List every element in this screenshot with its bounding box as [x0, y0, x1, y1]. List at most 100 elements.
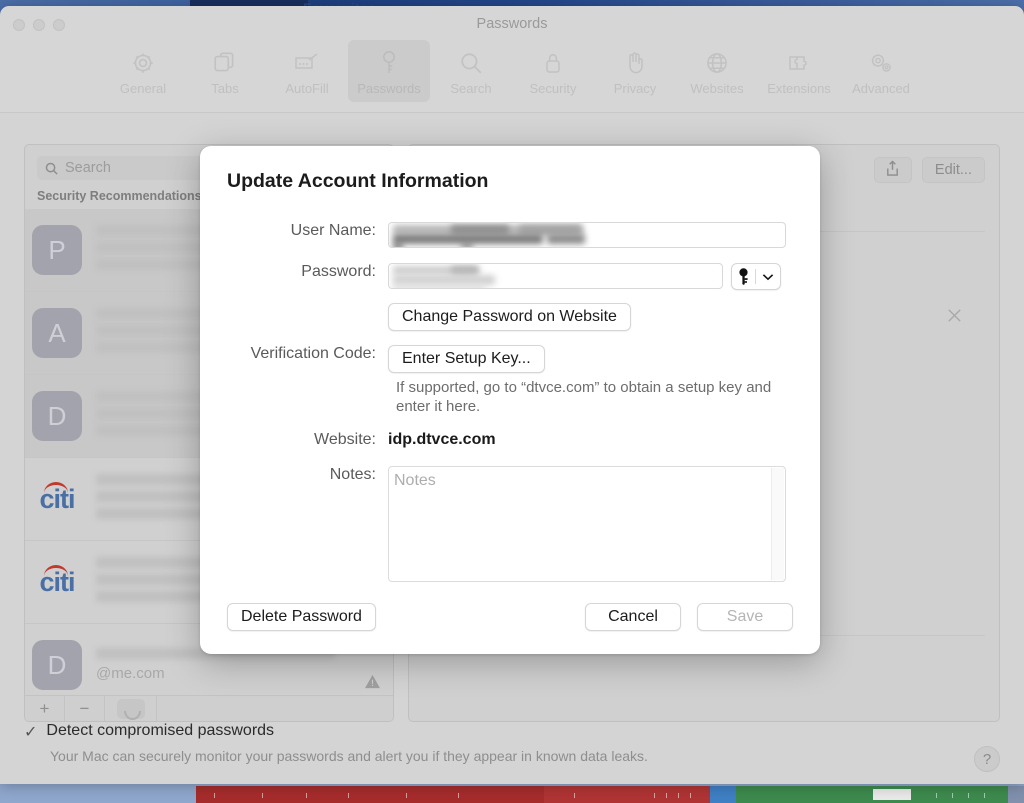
- toolbar-item-passwords[interactable]: Passwords: [348, 40, 430, 102]
- close-icon[interactable]: [946, 307, 963, 330]
- redacted-block: [393, 243, 403, 248]
- toolbar-item-websites[interactable]: Websites: [676, 40, 758, 102]
- dialog-title: Update Account Information: [227, 170, 488, 193]
- save-button: Save: [697, 603, 793, 631]
- avatar: D: [32, 640, 82, 690]
- gear-icon: [130, 46, 156, 80]
- update-account-information-dialog: Update Account Information User Name: Pa…: [200, 146, 820, 654]
- window-title: Passwords: [0, 16, 1024, 32]
- toolbar-item-label: Privacy: [614, 81, 657, 96]
- list-item-subtitle: @me.com: [96, 665, 394, 682]
- share-button[interactable]: [874, 157, 912, 183]
- toolbar-item-label: Search: [450, 81, 491, 96]
- toolbar-item-extensions[interactable]: Extensions: [758, 40, 840, 102]
- redacted-block: [461, 243, 473, 248]
- magnifier-icon: [458, 46, 484, 80]
- toolbar-item-label: General: [120, 81, 166, 96]
- password-row: Password:: [200, 263, 820, 290]
- verification-code-label: Verification Code:: [200, 345, 388, 363]
- toolbar-item-search[interactable]: Search: [430, 40, 512, 102]
- toolbar-item-tabs[interactable]: Tabs: [184, 40, 266, 102]
- chevron-down-icon[interactable]: [756, 273, 780, 281]
- share-icon: [885, 160, 900, 181]
- desktop-bottom-strip: [0, 783, 1024, 803]
- toolbar-item-label: Security: [530, 81, 577, 96]
- toolbar-item-privacy[interactable]: Privacy: [594, 40, 676, 102]
- avatar: A: [32, 308, 82, 358]
- username-row: User Name:: [200, 222, 820, 248]
- add-password-button[interactable]: +: [25, 696, 65, 721]
- cancel-button[interactable]: Cancel: [585, 603, 681, 631]
- notes-placeholder: Notes: [394, 472, 436, 490]
- notes-label: Notes:: [200, 466, 388, 484]
- toolbar-item-advanced[interactable]: Advanced: [840, 40, 922, 102]
- more-options-button[interactable]: [105, 696, 157, 721]
- toolbar-item-label: Extensions: [767, 81, 831, 96]
- notes-scrollbar[interactable]: [771, 468, 784, 580]
- checkmark-icon: ✓: [24, 724, 37, 742]
- key-icon: [732, 268, 755, 286]
- change-password-row: Change Password on Website: [200, 303, 820, 331]
- redacted-block: [393, 284, 485, 289]
- preferences-toolbar: General Tabs AutoFill: [0, 40, 1024, 110]
- toolbar-item-security[interactable]: Security: [512, 40, 594, 102]
- password-generator-button[interactable]: [731, 263, 781, 290]
- detect-compromised-checkbox[interactable]: ✓ Detect compromised passwords: [24, 722, 274, 742]
- detail-actions: Edit...: [874, 157, 985, 183]
- background-app-white-field: [873, 789, 911, 800]
- citi-logo-icon: citi: [32, 557, 82, 607]
- puzzle-icon: [785, 46, 813, 80]
- toolbar-item-autofill[interactable]: AutoFill: [266, 40, 348, 102]
- username-input[interactable]: [388, 222, 786, 248]
- background-app-green-bar: [736, 786, 1008, 803]
- verification-hint-text: If supported, go to “dtvce.com” to obtai…: [396, 378, 796, 416]
- lock-icon: [541, 46, 565, 80]
- enter-setup-key-button[interactable]: Enter Setup Key...: [388, 345, 545, 373]
- toolbar-item-label: Websites: [690, 81, 743, 96]
- sidebar-section-header: Security Recommendations: [37, 189, 202, 203]
- citi-logo-icon: citi: [32, 474, 82, 524]
- notes-textarea[interactable]: Notes: [388, 466, 786, 582]
- toolbar-item-label: Advanced: [852, 81, 910, 96]
- toolbar-item-label: AutoFill: [285, 81, 328, 96]
- dialog-footer: Delete Password Cancel Save: [200, 603, 820, 631]
- avatar: P: [32, 225, 82, 275]
- password-input[interactable]: [388, 263, 723, 289]
- password-label: Password:: [200, 263, 388, 281]
- notes-row: Notes: Notes: [200, 466, 820, 582]
- background-app-red-bar: [196, 786, 544, 803]
- toolbar-item-label: Passwords: [357, 81, 421, 96]
- website-row: Website: idp.dtvce.com: [200, 431, 820, 449]
- autofill-icon: [293, 46, 321, 80]
- search-placeholder: Search: [65, 160, 111, 176]
- redacted-block: [547, 234, 585, 244]
- toolbar-item-label: Tabs: [211, 81, 238, 96]
- username-label: User Name:: [200, 222, 388, 240]
- bottom-preferences: ✓ Detect compromised passwords Your Mac …: [0, 722, 1024, 784]
- checkbox-label: Detect compromised passwords: [46, 722, 274, 740]
- delete-password-button[interactable]: Delete Password: [227, 603, 376, 631]
- redacted-block: [451, 266, 479, 275]
- globe-icon: [704, 46, 730, 80]
- background-app-blue-icon: [710, 786, 736, 803]
- checkbox-sublabel: Your Mac can securely monitor your passw…: [50, 748, 648, 764]
- background-app-red-bar-2: [544, 786, 710, 803]
- website-value: idp.dtvce.com: [388, 431, 496, 449]
- avatar: D: [32, 391, 82, 441]
- background-app-gray-edge: [1008, 786, 1024, 803]
- verification-code-row: Verification Code: Enter Setup Key...: [200, 345, 820, 373]
- warning-triangle-icon: [364, 674, 381, 694]
- change-password-on-website-button[interactable]: Change Password on Website: [388, 303, 631, 331]
- tabs-icon: [212, 46, 238, 80]
- help-button[interactable]: ?: [974, 746, 1000, 772]
- gears-icon: [867, 46, 895, 80]
- remove-password-button[interactable]: −: [65, 696, 105, 721]
- list-footer-toolbar: + −: [25, 695, 394, 721]
- search-icon: [44, 161, 59, 176]
- website-label: Website:: [200, 431, 388, 449]
- toolbar-item-general[interactable]: General: [102, 40, 184, 102]
- edit-button[interactable]: Edit...: [922, 157, 985, 183]
- redacted-block: [519, 225, 581, 234]
- hand-icon: [623, 46, 647, 80]
- key-icon: [378, 46, 400, 80]
